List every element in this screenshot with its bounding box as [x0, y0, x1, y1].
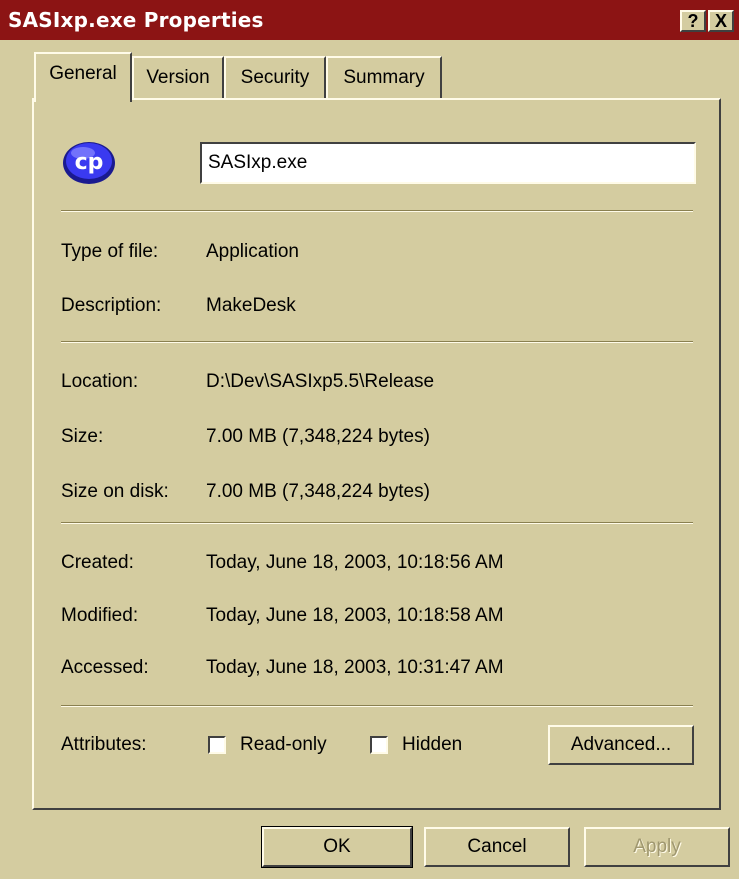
- close-button[interactable]: X: [708, 10, 734, 32]
- read-only-label[interactable]: Read-only: [240, 733, 327, 757]
- tab-general[interactable]: General: [34, 52, 132, 102]
- modified-value: Today, June 18, 2003, 10:18:58 AM: [206, 605, 504, 626]
- hidden-label[interactable]: Hidden: [402, 733, 462, 757]
- created-value: Today, June 18, 2003, 10:18:56 AM: [206, 552, 504, 573]
- type-of-file-value: Application: [206, 241, 299, 262]
- application-icon-text: cp: [75, 150, 104, 175]
- ok-button[interactable]: OK: [261, 826, 413, 868]
- separator: [61, 522, 693, 524]
- size-on-disk-value: 7.00 MB (7,348,224 bytes): [206, 481, 430, 502]
- separator: [61, 705, 693, 707]
- created-label: Created:: [61, 552, 134, 573]
- modified-label: Modified:: [61, 605, 139, 626]
- general-tab-panel: [32, 98, 721, 810]
- read-only-checkbox[interactable]: [208, 736, 226, 754]
- separator: [61, 341, 693, 343]
- size-label: Size:: [61, 426, 104, 447]
- advanced-button[interactable]: Advanced...: [548, 725, 694, 765]
- application-icon: cp: [61, 140, 117, 186]
- file-name-input[interactable]: SASIxp.exe: [200, 142, 696, 184]
- apply-button[interactable]: Apply: [584, 827, 730, 867]
- size-value: 7.00 MB (7,348,224 bytes): [206, 426, 430, 447]
- tab-version[interactable]: Version: [132, 56, 224, 100]
- window-title: SASIxp.exe Properties: [8, 8, 264, 32]
- description-label: Description:: [61, 295, 162, 316]
- accessed-value: Today, June 18, 2003, 10:31:47 AM: [206, 657, 504, 678]
- separator: [61, 210, 693, 212]
- attributes-label: Attributes:: [61, 734, 147, 755]
- cancel-button[interactable]: Cancel: [424, 827, 570, 867]
- size-on-disk-label: Size on disk:: [61, 481, 169, 502]
- tab-security[interactable]: Security: [224, 56, 326, 100]
- tab-summary[interactable]: Summary: [326, 56, 442, 100]
- help-button[interactable]: ?: [680, 10, 706, 32]
- hidden-checkbox[interactable]: [370, 736, 388, 754]
- type-of-file-label: Type of file:: [61, 241, 159, 262]
- location-label: Location:: [61, 371, 139, 392]
- description-value: MakeDesk: [206, 295, 296, 316]
- location-value: D:\Dev\SASIxp5.5\Release: [206, 371, 435, 392]
- title-bar[interactable]: SASIxp.exe Properties ? X: [0, 0, 739, 40]
- accessed-label: Accessed:: [61, 657, 149, 678]
